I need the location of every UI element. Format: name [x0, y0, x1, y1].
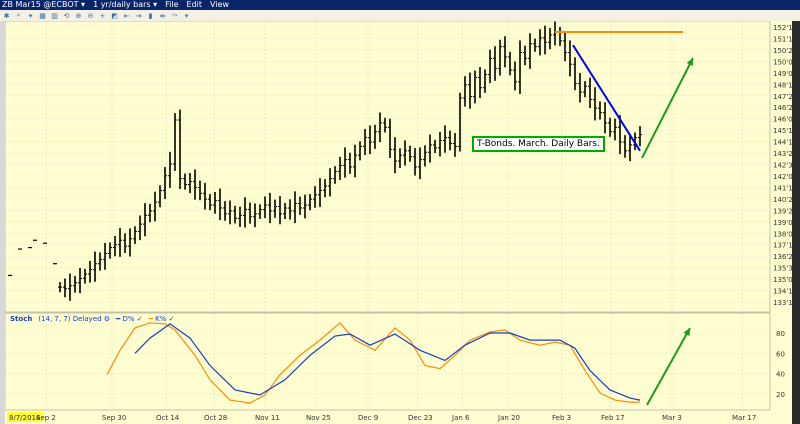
menu-edit[interactable]: Edit [187, 0, 203, 10]
annotation-label: T-Bonds. March. Daily Bars. [472, 136, 605, 152]
split-icon[interactable]: ⇹ [158, 12, 167, 20]
price-chart[interactable]: 152'110151'180150'250150'000149'070148'1… [0, 21, 800, 424]
date-tick-label: Sep 30 [102, 414, 126, 422]
menu-file[interactable]: File [165, 0, 178, 10]
date-tick-label: Feb 17 [601, 414, 625, 422]
marker-icon[interactable]: ▮ [146, 12, 155, 20]
date-tick-label: Dec 9 [358, 414, 378, 422]
draw-icon[interactable]: ⟲ [62, 12, 71, 20]
date-tick-label: Mar 17 [732, 414, 756, 422]
date-tick-label: Oct 14 [156, 414, 180, 422]
bar-type-icon[interactable]: ▦ [38, 12, 47, 20]
stoch-tick-label: 60 [776, 350, 785, 358]
scrollbar[interactable] [792, 21, 800, 424]
date-tick-label: Dec 23 [408, 414, 433, 422]
crosshair-icon[interactable]: + [98, 12, 107, 20]
scroll-right-icon[interactable]: ⇥ [134, 12, 143, 20]
stoch-tick-label: 40 [776, 371, 785, 379]
stoch-title: Stoch [10, 315, 33, 323]
zoom-out-icon[interactable]: ⊖ [86, 12, 95, 20]
chart-icon[interactable]: ◩ [110, 12, 119, 20]
symbol-selector[interactable]: ZB Mar15 @ECBOT ▾ [2, 0, 85, 10]
zoom-in-icon[interactable]: ⊕ [74, 12, 83, 20]
date-tick-label: Nov 25 [306, 414, 331, 422]
cursor-icon[interactable]: ✱ [2, 12, 11, 20]
scroll-left-icon[interactable]: ⇤ [122, 12, 131, 20]
date-tick-label: Oct 28 [204, 414, 227, 422]
menu-view[interactable]: View [210, 0, 229, 10]
indicator-icon[interactable]: ▥ [50, 12, 59, 20]
toolbar: ✱ ⌕ ▾ ▦ ▥ ⟲ ⊕ ⊖ + ◩ ⇤ ⇥ ▮ ⇹ ⤳ ▾ [0, 10, 800, 21]
legend-k-label: K% ✓ [155, 315, 175, 323]
date-tick-label: Jan 6 [451, 414, 470, 422]
stoch-tick-label: 80 [776, 330, 785, 338]
date-tick-label: Mar 3 [662, 414, 682, 422]
legend-d[interactable]: ━ D% ✓ [116, 315, 143, 323]
stoch-params[interactable]: (14, 7, 7) Delayed ⚙ [38, 315, 110, 323]
price-panel [4, 21, 771, 313]
dropdown-icon[interactable]: ▾ [26, 12, 35, 20]
zoom-icon[interactable]: ⌕ [14, 11, 23, 20]
date-tick-label: Feb 3 [552, 414, 571, 422]
stoch-panel [4, 312, 771, 411]
dropdown-icon[interactable]: ▾ [182, 12, 191, 20]
date-tick-label: Nov 11 [255, 414, 280, 422]
title-bar: ZB Mar15 @ECBOT ▾ 1 yr/daily bars ▾ File… [0, 0, 800, 10]
legend-d-label: D% ✓ [122, 315, 143, 323]
link-icon[interactable]: ⤳ [170, 11, 179, 20]
legend-k[interactable]: ━ K% ✓ [149, 315, 175, 323]
stoch-tick-label: 20 [776, 391, 785, 399]
left-gutter [0, 21, 5, 424]
date-tick-label: Sep 2 [36, 414, 56, 422]
date-tick-label: Jan 20 [497, 414, 520, 422]
stoch-legend: Stoch (14, 7, 7) Delayed ⚙ ━ D% ✓ ━ K% ✓ [10, 315, 174, 323]
period-selector[interactable]: 1 yr/daily bars ▾ [93, 0, 157, 10]
